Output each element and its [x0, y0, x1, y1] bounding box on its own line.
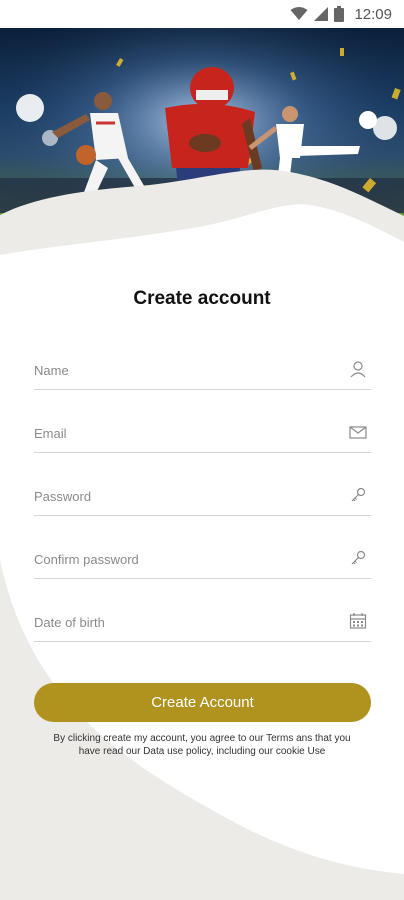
- calendar-icon: [349, 613, 367, 629]
- password-input[interactable]: [34, 486, 334, 506]
- email-input[interactable]: [34, 423, 334, 443]
- page-title: Create account: [133, 288, 271, 309]
- signal-icon: [314, 7, 329, 21]
- legal-text: By clicking create my account, you agree…: [53, 733, 351, 757]
- confirm-password-input[interactable]: [34, 549, 334, 569]
- status-time: 12:09: [354, 5, 392, 23]
- name-input[interactable]: [34, 360, 334, 380]
- envelope-icon: [349, 426, 367, 439]
- key-icon: [351, 487, 366, 502]
- key-icon: [351, 550, 366, 565]
- battery-icon: [334, 6, 345, 22]
- email-field: [34, 409, 371, 453]
- status-bar: 12:09: [0, 0, 404, 28]
- hero-wave: [0, 169, 404, 310]
- date-of-birth-field: [34, 598, 371, 642]
- name-field: [34, 346, 371, 390]
- person-icon: [350, 361, 366, 378]
- date-of-birth-input[interactable]: [34, 612, 334, 632]
- create-account-button[interactable]: Create Account: [34, 683, 371, 722]
- password-field: [34, 472, 371, 516]
- wifi-icon: [290, 7, 308, 20]
- confirm-password-field: [34, 535, 371, 579]
